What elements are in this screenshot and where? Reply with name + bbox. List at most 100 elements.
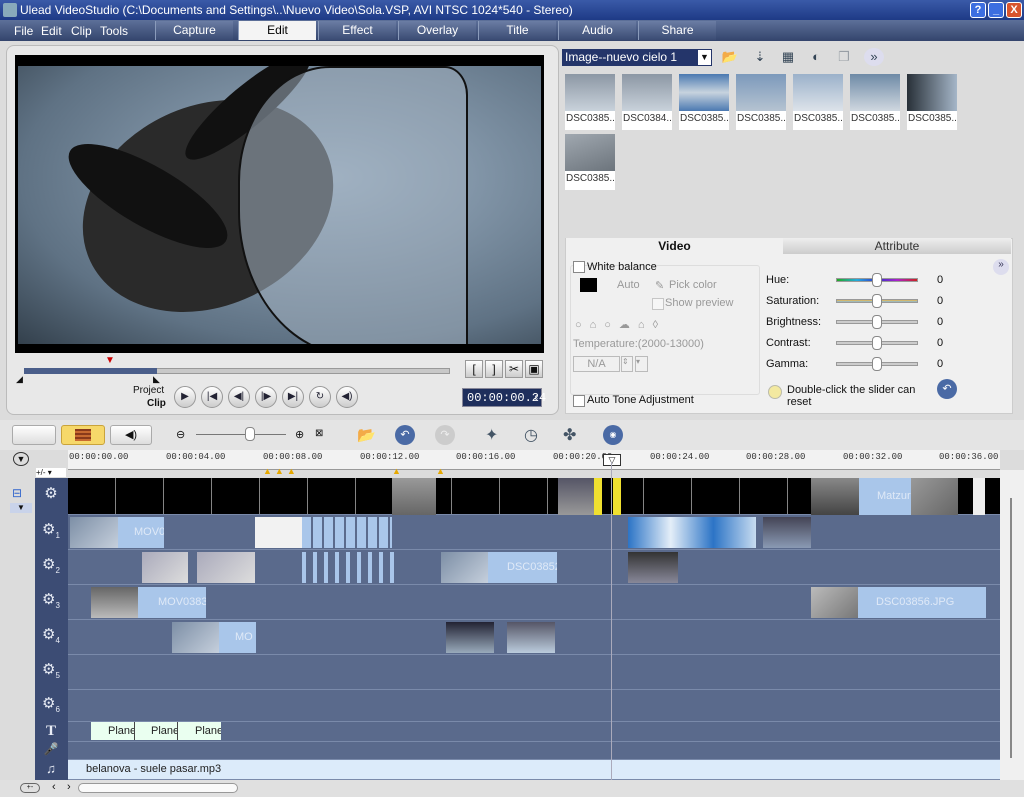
timecode-spinner[interactable]: ⇕ xyxy=(534,389,539,408)
audio-view-button[interactable]: ◀) xyxy=(110,425,152,445)
voice-track[interactable] xyxy=(68,742,1000,760)
zoom-slider[interactable] xyxy=(196,434,286,435)
overlay-track-6[interactable] xyxy=(68,690,1000,722)
library-item[interactable]: DSC0385... xyxy=(565,134,615,190)
tab-video[interactable]: Video xyxy=(566,238,783,254)
overlay-clip[interactable] xyxy=(507,622,555,653)
trim-end-handle[interactable]: ◣ xyxy=(153,374,160,385)
title-clip[interactable]: Plane xyxy=(91,722,135,740)
overlay-clip[interactable] xyxy=(255,517,302,548)
library-item[interactable]: DSC0385... xyxy=(679,74,729,130)
overlay-track-5[interactable] xyxy=(68,655,1000,690)
volume-button[interactable]: ◀) xyxy=(336,386,358,408)
fit-project-icon[interactable]: ⊠ xyxy=(315,428,323,439)
auto-tone-checkbox[interactable] xyxy=(573,395,585,407)
audio-clip[interactable]: belanova - suele pasar.mp3 xyxy=(68,760,1000,779)
overlay-clip-group[interactable] xyxy=(302,517,392,548)
overlay-clip-group[interactable] xyxy=(302,552,398,583)
contrast-slider-knob[interactable] xyxy=(872,336,882,350)
video-clip-matzuri[interactable]: Matzuri xyxy=(859,478,911,515)
zoom-toggle-icon[interactable]: +- xyxy=(20,783,40,793)
menu-clip[interactable]: Clip xyxy=(71,24,92,38)
zoom-slider-knob[interactable] xyxy=(245,427,255,441)
home-button[interactable]: |◀ xyxy=(201,386,223,408)
collapse-icon[interactable]: ▼ xyxy=(13,452,29,466)
sort-icon[interactable]: ⇣ xyxy=(750,48,770,66)
tab-edit[interactable]: Edit xyxy=(238,21,316,40)
music-track[interactable]: belanova - suele pasar.mp3 xyxy=(68,760,1000,780)
folder-icon[interactable]: 📂 xyxy=(720,48,740,66)
overlay-track-1[interactable]: MOV0 xyxy=(68,515,1000,550)
title-clip[interactable]: Plane xyxy=(178,722,221,740)
video-track[interactable]: Matzuri xyxy=(68,478,1000,515)
library-item[interactable]: DSC0384... xyxy=(622,74,672,130)
expand-icon[interactable]: » xyxy=(864,48,884,66)
gamma-slider-knob[interactable] xyxy=(872,357,882,371)
tab-capture[interactable]: Capture xyxy=(155,21,233,40)
scroll-thumb[interactable] xyxy=(78,783,238,793)
overlay-track-4[interactable]: MO xyxy=(68,620,1000,655)
project-label[interactable]: Project xyxy=(133,385,164,396)
play-button[interactable]: ▶ xyxy=(174,386,196,408)
tab-title[interactable]: Title xyxy=(478,21,556,40)
menu-file[interactable]: File xyxy=(14,24,33,38)
chevron-down-icon[interactable]: ▼ xyxy=(697,49,712,66)
trim-start-handle[interactable]: ◢ xyxy=(16,374,23,385)
overlay-clip[interactable] xyxy=(628,517,756,548)
mark-in-button[interactable]: [ xyxy=(465,360,483,378)
overlay-clip[interactable] xyxy=(763,517,811,548)
scroll-right-button[interactable]: › xyxy=(67,781,71,793)
hue-slider-knob[interactable] xyxy=(872,273,882,287)
library-item[interactable]: DSC0385... xyxy=(907,74,957,130)
clip-label[interactable]: Clip xyxy=(147,398,166,409)
saturation-slider-knob[interactable] xyxy=(872,294,882,308)
chapter-marker[interactable]: ▲ xyxy=(436,466,445,476)
smart-proxy-icon[interactable]: ✦ xyxy=(485,425,498,445)
tab-overlay[interactable]: Overlay xyxy=(398,21,476,40)
color-swatch[interactable] xyxy=(580,278,597,292)
menu-tools[interactable]: Tools xyxy=(100,24,128,38)
storyboard-view-button[interactable] xyxy=(12,425,56,445)
ripple-edit-icon[interactable]: ⊟ xyxy=(12,486,22,500)
library-folder-select[interactable]: Image--nuevo cielo 1 xyxy=(562,49,712,66)
brightness-slider-knob[interactable] xyxy=(872,315,882,329)
overlay-clip[interactable]: MOV0383! xyxy=(91,587,206,618)
ripple-dropdown[interactable]: ▼ xyxy=(10,503,32,513)
chapter-icon[interactable]: ◉ xyxy=(603,425,623,445)
overlay-clip[interactable] xyxy=(197,552,255,583)
zoom-in-icon[interactable]: ⊕ xyxy=(295,428,304,441)
menu-edit[interactable]: Edit xyxy=(41,24,62,38)
scrub-marker[interactable]: ▼ xyxy=(105,355,115,366)
chapter-marker[interactable]: ▲ xyxy=(392,466,401,476)
title-clip[interactable]: Plane xyxy=(135,722,178,740)
track-manager-icon[interactable]: ✤ xyxy=(563,425,576,445)
white-balance-checkbox[interactable] xyxy=(573,261,585,273)
title-track[interactable]: Plane Plane Plane xyxy=(68,722,1000,742)
library-item[interactable]: DSC0385... xyxy=(850,74,900,130)
overlay-track-2[interactable]: DSC03852 xyxy=(68,550,1000,585)
fullscreen-icon[interactable]: ▣ xyxy=(525,360,543,378)
close-button[interactable]: X xyxy=(1006,2,1022,18)
library-item[interactable]: DSC0385... xyxy=(565,74,615,130)
overlay-clip[interactable]: DSC03852 xyxy=(441,552,557,583)
overlay-clip[interactable] xyxy=(446,622,494,653)
overlay-track-3[interactable]: MOV0383! DSC03856.JPG xyxy=(68,585,1000,620)
options-icon[interactable]: ◐ xyxy=(806,48,826,66)
overlay-clip[interactable]: DSC03856.JPG xyxy=(811,587,986,618)
insert-media-icon[interactable]: 📂 xyxy=(357,426,376,444)
next-frame-button[interactable]: |▶ xyxy=(255,386,277,408)
overlay-clip[interactable] xyxy=(142,552,188,583)
chapter-markers[interactable]: ▲▲▲ xyxy=(263,466,299,476)
horizontal-scrollbar[interactable]: +- ‹ › xyxy=(0,780,1024,797)
tab-attribute[interactable]: Attribute xyxy=(783,238,1011,254)
scroll-left-button[interactable]: ‹ xyxy=(52,781,56,793)
tab-share[interactable]: Share xyxy=(638,21,716,40)
library-manager-icon[interactable]: ▦ xyxy=(778,48,798,66)
playhead-handle[interactable]: ▽ xyxy=(603,454,621,466)
vertical-scrollbar[interactable] xyxy=(1000,470,1024,780)
timecode-field[interactable]: 00:00:00.24 ⇕ xyxy=(462,388,546,408)
library-item[interactable]: DSC0385... xyxy=(793,74,843,130)
library-item[interactable]: DSC0385... xyxy=(736,74,786,130)
overlay-clip[interactable] xyxy=(628,552,678,583)
tab-audio[interactable]: Audio xyxy=(558,21,636,40)
